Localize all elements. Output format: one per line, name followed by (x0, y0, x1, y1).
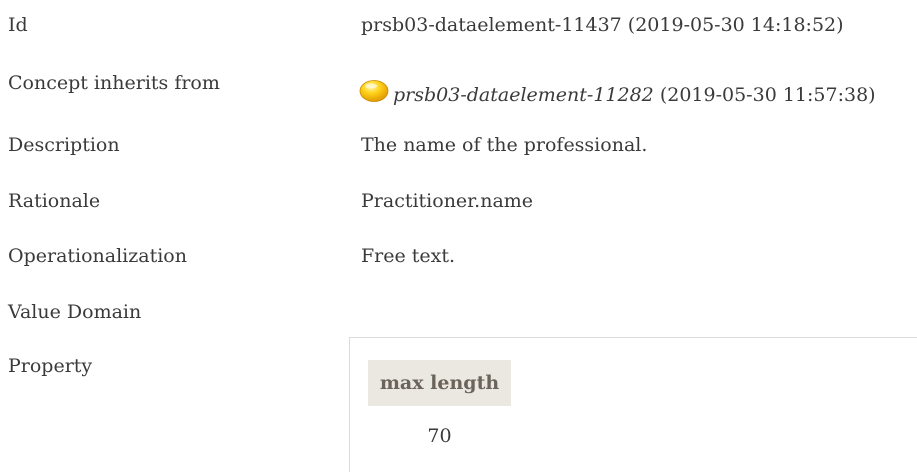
operationalization-value: Free text. (361, 245, 456, 267)
concept-inherits-label: Concept inherits from (8, 72, 220, 94)
property-table: max length 70 (349, 337, 917, 472)
rationale-label: Rationale (8, 190, 101, 212)
property-label: Property (8, 355, 93, 377)
value-domain-label: Value Domain (8, 301, 142, 323)
rationale-value: Practitioner.name (361, 190, 534, 212)
id-value: prsb03-dataelement-11437 (2019-05-30 14:… (361, 14, 844, 36)
concept-inherits-value: prsb03-dataelement-11282 (2019-05-30 11:… (359, 80, 876, 107)
description-label: Description (8, 134, 120, 156)
operationalization-label: Operationalization (8, 245, 187, 267)
status-orb-icon (359, 80, 389, 102)
description-value: The name of the professional. (361, 134, 648, 156)
max-length-value: 70 (427, 425, 452, 447)
inherited-concept-timestamp: (2019-05-30 11:57:38) (653, 84, 876, 106)
max-length-header: max length (368, 360, 511, 406)
inherited-concept-link[interactable]: prsb03-dataelement-11282 (393, 84, 654, 106)
id-label: Id (8, 14, 28, 36)
